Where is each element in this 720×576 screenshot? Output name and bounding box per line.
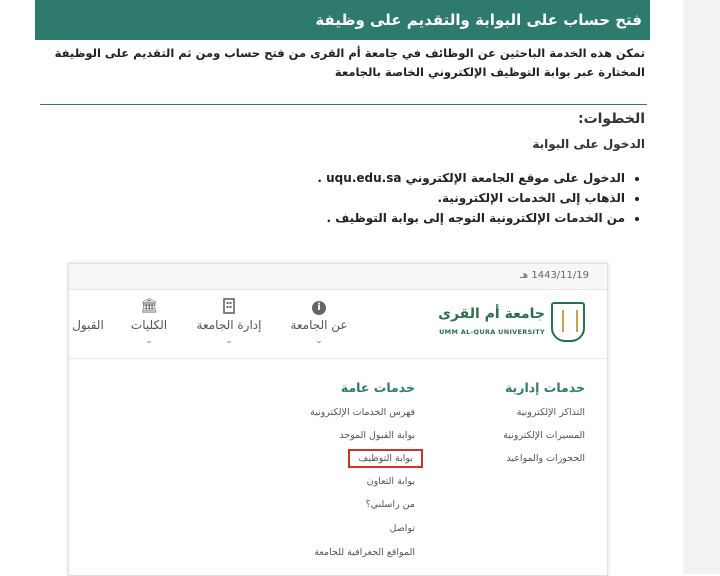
logo-english-text: UMM AL-QURA UNIVERSITY	[439, 328, 545, 336]
general-service-item[interactable]: تواصل	[390, 523, 415, 534]
website-navbar: جامعة أم القرى UMM AL-QURA UNIVERSITY i …	[69, 290, 607, 359]
page-side-strip	[683, 0, 720, 574]
page-title-bar: فتح حساب على البوابة والتقديم على وظيفة	[35, 0, 650, 40]
admin-service-item[interactable]: التذاكر الإلكترونية	[517, 407, 585, 418]
steps-list: الدخول على موقع الجامعة الإلكتروني uqu.e…	[317, 168, 645, 228]
nav-label: إدارة الجامعة	[196, 318, 262, 332]
nav-label: عن الجامعة	[290, 318, 348, 332]
nav-label: القبول	[72, 318, 104, 332]
general-services-heading: خدمات عامة	[340, 380, 415, 395]
employment-portal-link[interactable]: بوابة التوظيف	[348, 449, 423, 468]
nav-item-administration[interactable]: إدارة الجامعة ⌄	[189, 298, 269, 346]
general-service-item[interactable]: بوابة التعاون	[367, 476, 415, 487]
chevron-down-icon: ⌄	[225, 336, 233, 346]
university-logo[interactable]: جامعة أم القرى UMM AL-QURA UNIVERSITY	[435, 302, 585, 348]
step-item: الدخول على موقع الجامعة الإلكتروني uqu.e…	[317, 168, 625, 188]
hijri-date: 1443/11/19 هـ	[519, 270, 589, 281]
chevron-down-icon: ⌄	[145, 336, 153, 346]
steps-heading: الخطوات:	[577, 111, 645, 127]
chevron-down-icon: ⌄	[315, 336, 323, 346]
university-emblem-icon	[551, 302, 585, 342]
embedded-website-screenshot: 1443/11/19 هـ جامعة أم القرى UMM AL-QURA…	[68, 263, 608, 576]
building-icon	[189, 298, 269, 318]
steps-subheading: الدخول على البوابة	[532, 137, 645, 151]
general-service-item[interactable]: فهرس الخدمات الإلكترونية	[310, 407, 415, 418]
step-text: الدخول على موقع الجامعة الإلكتروني	[405, 171, 625, 185]
admin-services-heading: خدمات إدارية	[504, 380, 585, 395]
page-title: فتح حساب على البوابة والتقديم على وظيفة	[315, 11, 642, 29]
intro-paragraph: تمكن هذه الخدمة الباحثين عن الوظائف في ج…	[54, 46, 645, 79]
nav-label: الكليات	[130, 318, 168, 332]
website-topbar: 1443/11/19 هـ	[69, 264, 607, 290]
institution-icon: 🏛	[140, 298, 158, 314]
info-icon: i	[289, 298, 349, 318]
step-text-end: .	[317, 171, 327, 185]
general-service-item[interactable]: من راسلني؟	[366, 499, 416, 510]
step-item: من الخدمات الإلكترونية التوجه إلى بوابة …	[317, 208, 625, 228]
logo-arabic-text: جامعة أم القرى	[438, 306, 545, 322]
university-url[interactable]: uqu.edu.sa	[326, 171, 401, 185]
nav-item-colleges[interactable]: 🏛 الكليات ⌄	[124, 298, 174, 346]
general-service-item[interactable]: بوابة القبول الموحد	[339, 430, 415, 441]
nav-item-about[interactable]: i عن الجامعة ⌄	[289, 298, 349, 346]
general-service-item[interactable]: المواقع الجغرافية للجامعة	[314, 547, 415, 558]
nav-item-admission[interactable]: القبول	[69, 298, 113, 332]
step-item: الذهاب إلى الخدمات الإلكترونية.	[317, 188, 625, 208]
divider	[40, 104, 647, 105]
admin-service-item[interactable]: الحجوزات والمواعيد	[506, 453, 585, 464]
admin-service-item[interactable]: المسيرات الإلكترونية	[503, 430, 585, 441]
nav-icon-placeholder	[69, 298, 113, 318]
